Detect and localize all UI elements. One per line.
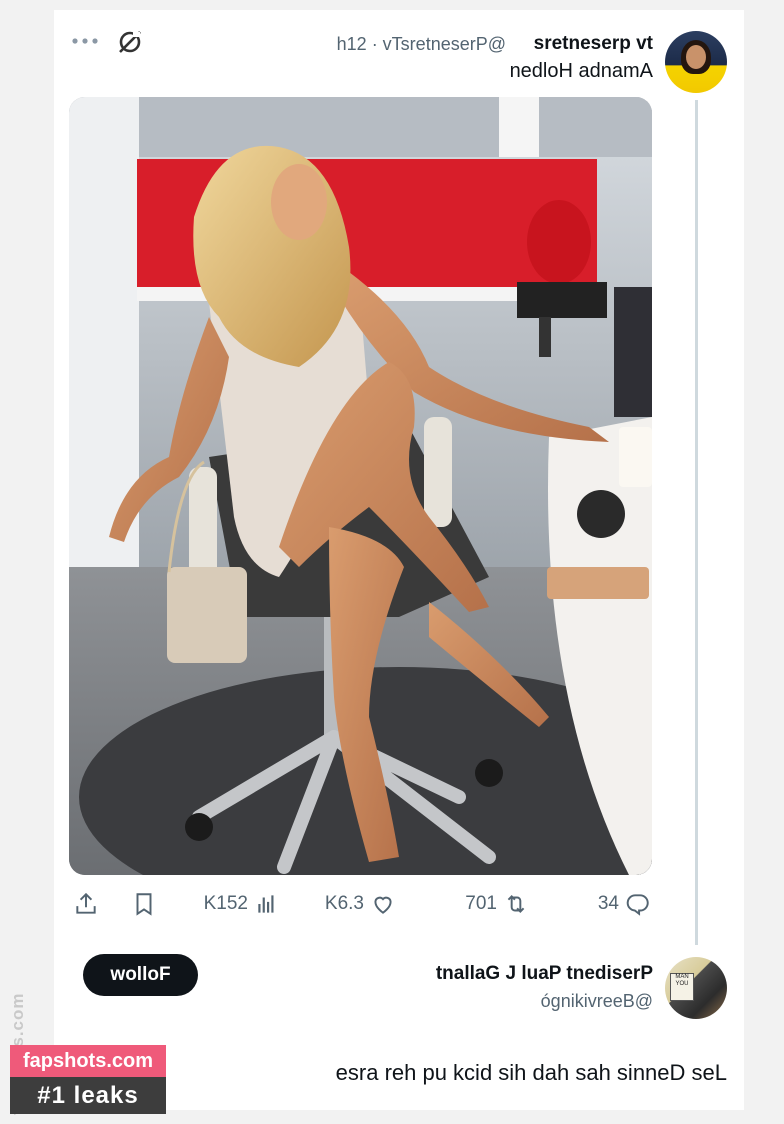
bookmark-button[interactable] (131, 888, 157, 920)
more-icon[interactable] (70, 34, 100, 48)
views-button[interactable]: 251K (204, 888, 280, 920)
tweet-text: Amanda Holden (509, 60, 653, 82)
like-icon (374, 896, 392, 914)
retweet-count: 107 (465, 893, 497, 914)
retweet-button[interactable]: 107 (465, 888, 529, 920)
watermark-site: fapshots.com (10, 1045, 166, 1077)
reply-button[interactable]: 43 (598, 888, 651, 920)
follow-button[interactable]: Follow (83, 954, 198, 996)
reply-author-name[interactable]: President Paul J Gallant (436, 963, 653, 985)
author-name[interactable]: tv presenters (534, 33, 653, 55)
avatar-sign: MAN YOU (670, 973, 694, 1001)
bookmark-icon (136, 893, 152, 916)
share-button[interactable] (73, 888, 99, 920)
reply-author-avatar[interactable]: MAN YOU (665, 957, 727, 1019)
retweet-icon (507, 895, 525, 913)
reply-text: Les Dennis has had his dick up her arse (335, 1060, 727, 1085)
share-icon (76, 892, 96, 914)
reply-icon (626, 894, 649, 916)
author-handle[interactable]: @PresentersTv · 21h (337, 34, 506, 55)
thread-line (695, 100, 698, 945)
views-icon (258, 895, 274, 913)
like-button[interactable]: 3.6K (325, 888, 396, 920)
watermark-tag: #1 leaks (10, 1077, 166, 1114)
like-count: 3.6K (324, 893, 364, 914)
author-avatar[interactable] (665, 31, 727, 93)
reply-count: 43 (597, 893, 619, 914)
views-count: 251K (203, 893, 248, 914)
grok-icon[interactable] (116, 28, 144, 56)
tweet-photo[interactable] (69, 97, 652, 875)
reply-author-handle[interactable]: @Beervikingó (541, 991, 653, 1012)
